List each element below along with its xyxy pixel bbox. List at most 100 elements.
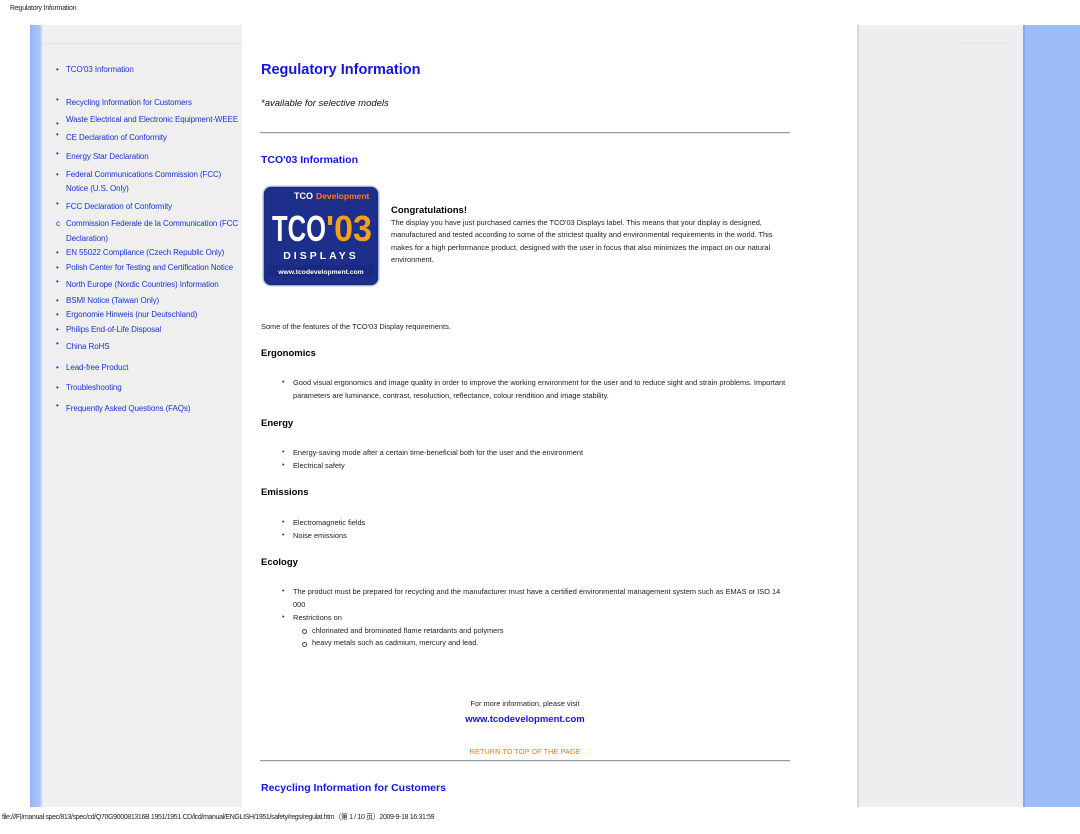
list-item: Electromagnetic fields — [282, 517, 792, 530]
list-item: Electrical safety — [282, 460, 792, 473]
nav-link[interactable]: Recycling Information for Customers — [66, 98, 192, 107]
bullet-icon: • — [56, 248, 59, 257]
congratulations-heading: Congratulations! — [391, 205, 467, 216]
nav-link[interactable]: TCO'03 Information — [66, 65, 134, 74]
nav-link[interactable]: Troubleshooting — [66, 383, 122, 392]
nav-item-fcc-declaration[interactable]: • FCC Declaration of Conformity — [56, 198, 242, 215]
bullet-icon: • — [56, 198, 59, 208]
divider — [959, 43, 1009, 44]
congratulations-block: Congratulations! The display you have ju… — [391, 205, 791, 267]
nav-link[interactable]: FCC Declaration of Conformity — [66, 202, 172, 211]
logo-url: www.tcodevelopment.com — [277, 269, 363, 276]
tcodevelopment-link[interactable]: www.tcodevelopment.com — [465, 714, 584, 725]
nav-link[interactable]: Energy Star Declaration — [66, 152, 149, 161]
nav-link[interactable]: Commission Federale de la Communication … — [66, 219, 238, 243]
nav-item-energy-star[interactable]: • Energy Star Declaration — [56, 149, 242, 165]
divider — [260, 760, 790, 762]
nav-item-recycling[interactable]: • Recycling Information for Customers — [56, 94, 242, 111]
nav-link[interactable]: CE Declaration of Conformity — [66, 133, 167, 142]
subtitle: *available for selective models — [261, 98, 389, 109]
bullet-icon: • — [56, 383, 59, 392]
nav-link[interactable]: Philips End-of-Life Disposal — [66, 325, 161, 334]
bullet-icon: • — [56, 94, 59, 104]
bullet-icon: • — [56, 295, 59, 305]
more-info-text: For more information, please visit — [470, 699, 580, 708]
divider — [260, 132, 790, 134]
bullet-icon: • — [56, 262, 59, 272]
nav-item-weee[interactable]: • Waste Electrical and Electronic Equipm… — [56, 113, 242, 128]
nav-link[interactable]: EN 55022 Compliance (Czech Republic Only… — [66, 248, 224, 257]
heading-energy: Energy — [261, 418, 294, 429]
logo-displays: DISPLAYS — [283, 250, 359, 262]
bullet-icon: • — [56, 129, 59, 139]
emissions-list: Electromagnetic fields Noise emissions — [282, 517, 792, 542]
sub-list-item: heavy metals such as cadmium, mercury an… — [282, 637, 792, 650]
nav-link[interactable]: Frequently Asked Questions (FAQs) — [66, 404, 190, 413]
energy-list: Energy-saving mode after a certain time-… — [282, 447, 792, 472]
page-title: Regulatory Information — [261, 62, 421, 78]
nav-item-tco03[interactable]: • TCO'03 Information — [56, 63, 242, 78]
nav-link[interactable]: Waste Electrical and Electronic Equipmen… — [66, 115, 238, 124]
right-decorative-stripe — [1023, 25, 1080, 807]
bullet-icon: • — [56, 400, 59, 410]
nav-item-polish-center[interactable]: • Polish Center for Testing and Certific… — [56, 261, 242, 276]
section-title-tco03: TCO'03 Information — [261, 154, 359, 166]
print-header: Regulatory Information — [10, 5, 77, 12]
congratulations-text: The display you have just purchased carr… — [391, 218, 773, 265]
return-top-wrap: RETURN TO TOP OF THE PAGE — [260, 741, 790, 759]
nav-item-commission-federale[interactable]: c Commission Federale de la Communicatio… — [56, 217, 242, 246]
nav-item-lead-free[interactable]: • Lead-free Product — [56, 361, 242, 376]
right-decorative-panel — [857, 25, 1023, 807]
list-item: Noise emissions — [282, 530, 792, 543]
list-item: Good visual ergonomics and image quality… — [282, 377, 792, 402]
heading-ecology: Ecology — [261, 557, 298, 568]
nav-item-north-europe[interactable]: • North Europe (Nordic Countries) Inform… — [56, 277, 242, 293]
nav-item-faqs[interactable]: • Frequently Asked Questions (FAQs) — [56, 400, 242, 417]
return-to-top-link[interactable]: RETURN TO TOP OF THE PAGE — [470, 747, 581, 756]
nav-link[interactable]: Ergonomie Hinweis (nur Deutschland) — [66, 310, 197, 319]
nav-link[interactable]: China RoHS — [66, 342, 110, 351]
bullet-icon: • — [56, 310, 59, 319]
bullet-icon: • — [56, 149, 59, 158]
heading-ergonomics: Ergonomics — [261, 348, 316, 359]
nav-link[interactable]: Lead-free Product — [66, 363, 128, 372]
list-item: The product must be prepared for recycli… — [282, 586, 792, 611]
bullet-icon: c — [56, 219, 60, 228]
nav-list: • TCO'03 Information • Recycling Informa… — [56, 63, 242, 416]
nav-item-fcc-notice[interactable]: • Federal Communications Commission (FCC… — [56, 168, 242, 197]
tco03-displays-logo: TCO Development TCO '03 DISPLAYS www.tco… — [262, 185, 380, 287]
bullet-icon: • — [56, 362, 59, 372]
list-item: Restrictions on — [282, 612, 792, 625]
more-info-link-wrap: www.tcodevelopment.com — [260, 709, 790, 727]
logo-03: '03 — [326, 208, 372, 249]
heading-emissions: Emissions — [261, 487, 309, 498]
nav-item-bsmi[interactable]: • BSMI Notice (Taiwan Only) — [56, 294, 242, 309]
nav-item-china-rohs[interactable]: • China RoHS — [56, 339, 242, 355]
nav-link[interactable]: BSMI Notice (Taiwan Only) — [66, 296, 159, 305]
ergonomics-list: Good visual ergonomics and image quality… — [282, 377, 792, 402]
nav-item-en55022[interactable]: • EN 55022 Compliance (Czech Republic On… — [56, 246, 242, 261]
nav-link[interactable]: North Europe (Nordic Countries) Informat… — [66, 280, 219, 289]
section-title-recycling: Recycling Information for Customers — [261, 782, 446, 794]
sidebar-nav: • TCO'03 Information • Recycling Informa… — [42, 25, 242, 807]
ecology-list: The product must be prepared for recycli… — [282, 586, 792, 650]
features-intro: Some of the features of the TCO'03 Displ… — [261, 322, 451, 331]
logo-tco-big: TCO — [272, 208, 326, 249]
bullet-icon: • — [56, 169, 59, 179]
bullet-icon: • — [56, 339, 59, 348]
print-footer: file:///F|/manual spec/813/spec/cd/Q70G9… — [2, 814, 435, 821]
nav-item-troubleshooting[interactable]: • Troubleshooting — [56, 381, 242, 396]
nav-link[interactable]: Polish Center for Testing and Certificat… — [66, 263, 233, 272]
list-item: Energy-saving mode after a certain time-… — [282, 447, 792, 460]
divider — [42, 43, 242, 44]
nav-item-ergonomie[interactable]: • Ergonomie Hinweis (nur Deutschland) — [56, 308, 242, 323]
logo-tco-small: TCO — [294, 191, 313, 201]
sub-list-item: chlorinated and brominated flame retarda… — [282, 625, 792, 638]
bullet-icon: • — [56, 324, 59, 334]
nav-link[interactable]: Federal Communications Commission (FCC) … — [66, 170, 221, 194]
nav-item-ce-declaration[interactable]: • CE Declaration of Conformity — [56, 129, 242, 146]
bullet-icon: • — [56, 277, 59, 286]
left-decorative-stripe — [30, 25, 42, 807]
nav-item-end-of-life[interactable]: • Philips End-of-Life Disposal — [56, 323, 242, 338]
bullet-icon: • — [56, 65, 59, 74]
